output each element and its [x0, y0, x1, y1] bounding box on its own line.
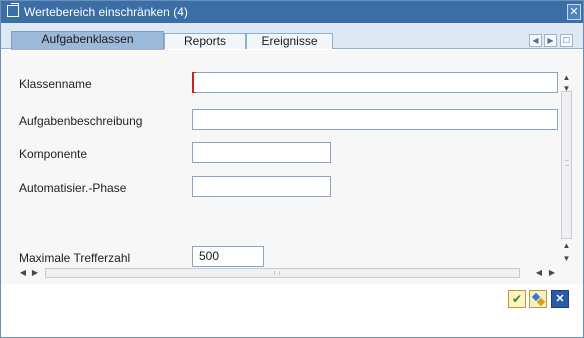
horizontal-scroll-thumb[interactable]	[45, 268, 520, 278]
title-bar: Wertebereich einschränken (4) ✕	[1, 1, 583, 23]
history-icon-part	[536, 297, 546, 307]
cancel-icon[interactable]: ✕	[551, 290, 569, 308]
horizontal-scrollbar[interactable]: ◀ ▶ ◀ ▶	[17, 267, 560, 279]
klassenname-field[interactable]	[192, 72, 558, 93]
komponente-field[interactable]	[192, 142, 331, 163]
tab-ereignisse[interactable]: Ereignisse	[246, 33, 333, 49]
tab-list-icon[interactable]: ☐	[560, 34, 573, 47]
value-restriction-dialog: Wertebereich einschränken (4) ✕ Aufgaben…	[0, 0, 584, 338]
scroll-down-icon[interactable]: ▼	[560, 252, 573, 265]
aufgabenbeschreibung-field[interactable]	[192, 109, 558, 130]
scroll-left-icon[interactable]: ◀	[533, 267, 545, 279]
scroll-right-icon[interactable]: ▶	[546, 267, 558, 279]
scroll-up-icon[interactable]: ▲	[560, 239, 573, 252]
external-window-icon	[7, 3, 19, 17]
label-klassenname: Klassenname	[19, 77, 92, 91]
scroll-left-icon[interactable]: ◀	[17, 267, 29, 279]
tab-aufgabenklassen[interactable]: Aufgabenklassen	[11, 31, 164, 50]
label-komponente: Komponente	[19, 147, 88, 161]
vertical-scrollbar[interactable]: ▲ ▼ ▲ ▼	[560, 71, 573, 266]
grip-icon	[274, 271, 280, 275]
confirm-checkmark-icon[interactable]: ✔	[508, 290, 526, 308]
scroll-right-icon[interactable]: ▶	[29, 267, 41, 279]
automatisier-phase-field[interactable]	[192, 176, 331, 197]
label-aufgabenbeschreibung: Aufgabenbeschreibung	[19, 114, 143, 128]
tab-reports[interactable]: Reports	[164, 33, 246, 49]
label-maximale-trefferzahl: Maximale Trefferzahl	[19, 251, 131, 265]
close-icon[interactable]: ✕	[567, 4, 581, 20]
dialog-title: Wertebereich einschränken (4)	[24, 5, 188, 19]
label-automatisier-phase: Automatisier.-Phase	[19, 181, 127, 195]
grip-icon	[565, 160, 569, 166]
maximale-trefferzahl-field[interactable]: 500	[192, 246, 264, 267]
vertical-scroll-thumb[interactable]	[561, 91, 572, 239]
dialog-footer: ✔ ✕	[1, 284, 583, 337]
form-panel: Klassenname Aufgabenbeschreibung Kompone…	[1, 50, 583, 284]
tab-scroll-right-icon[interactable]: ▶	[544, 34, 557, 47]
tab-strip: Aufgabenklassen Reports Ereignisse ◀ ▶ ☐	[1, 23, 583, 50]
tab-scroll-left-icon[interactable]: ◀	[529, 34, 542, 47]
history-icon[interactable]	[529, 290, 547, 308]
